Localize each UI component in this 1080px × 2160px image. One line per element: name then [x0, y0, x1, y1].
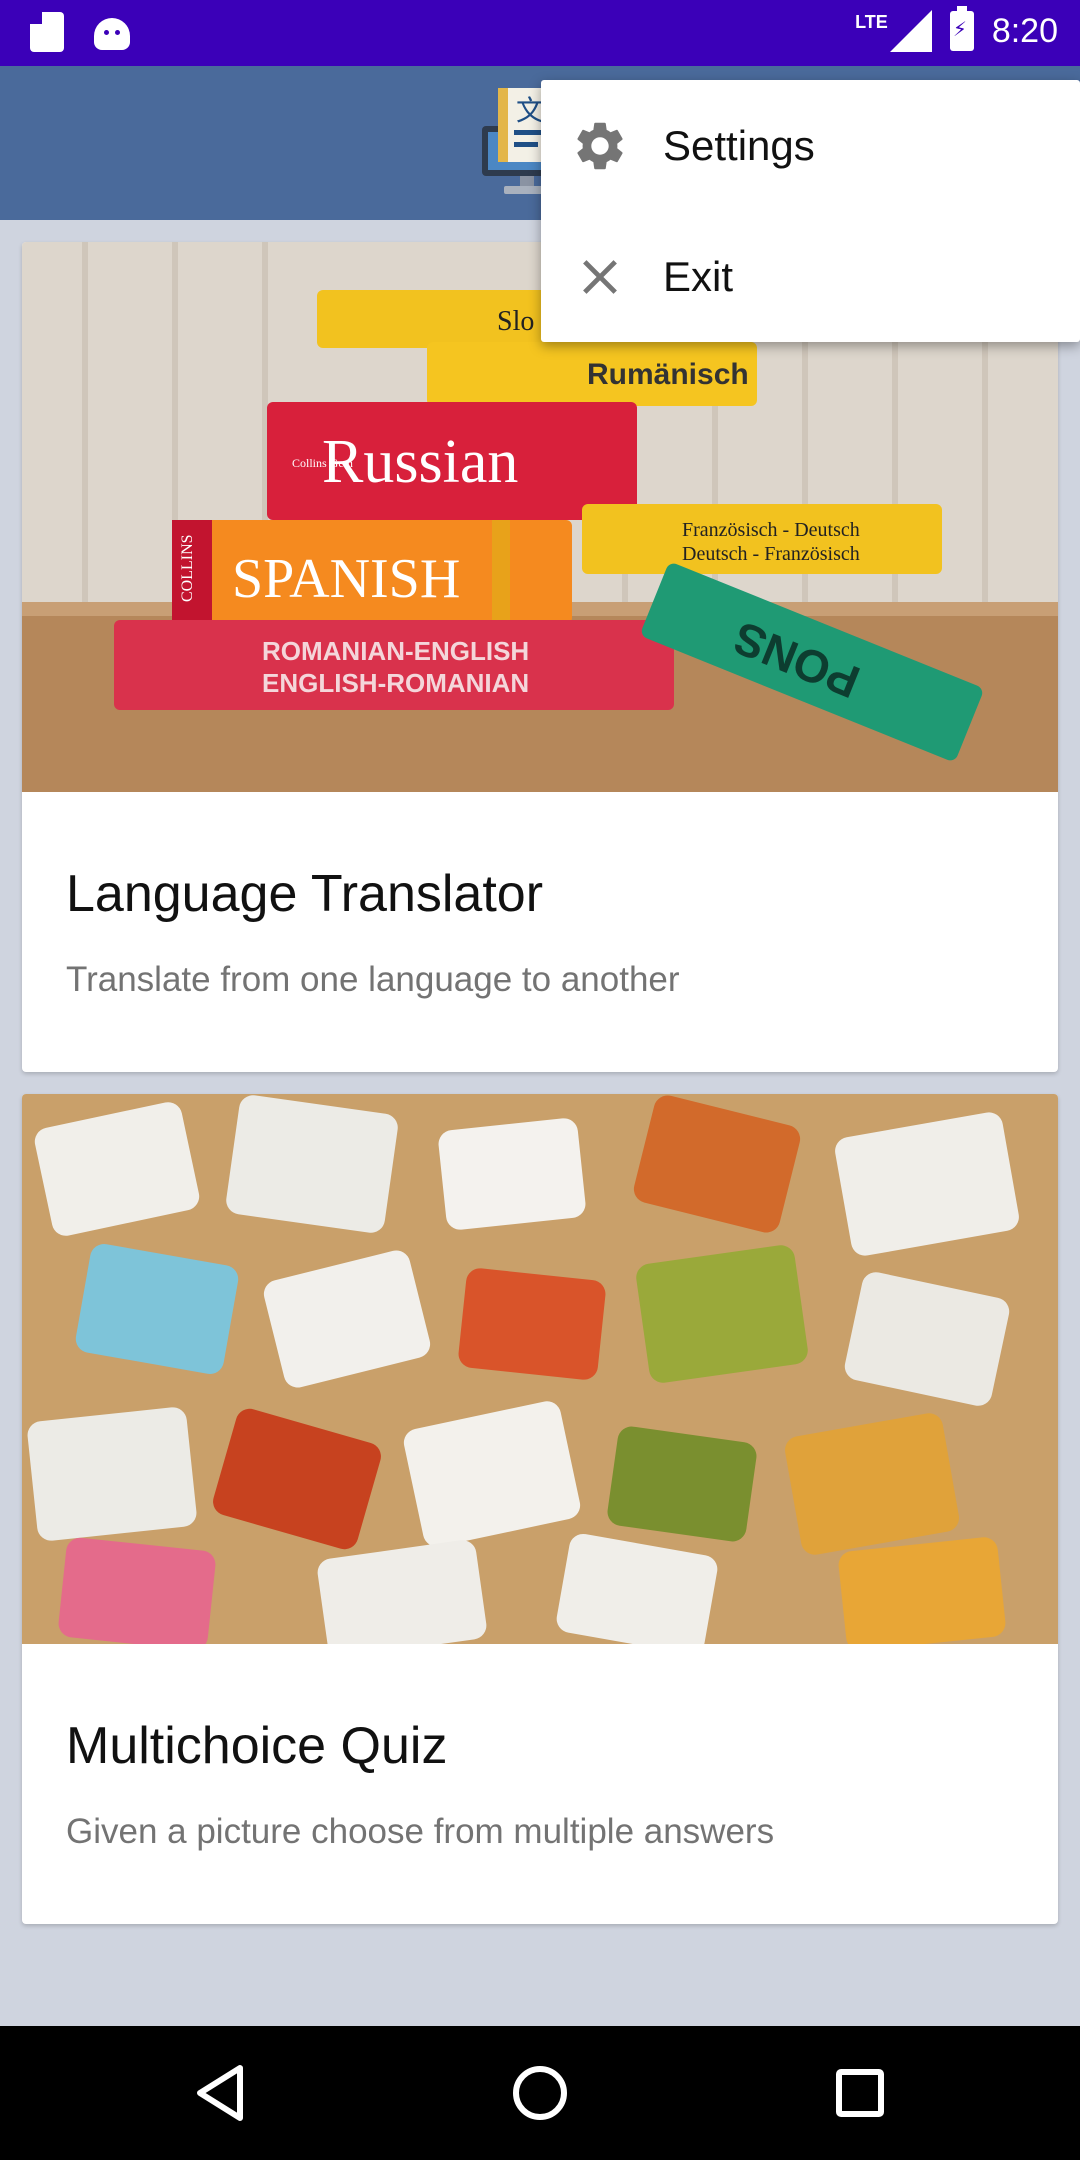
menu-label: Settings: [663, 121, 815, 169]
book-rumanisch: Rumänisch: [587, 358, 749, 391]
network-type: LTE: [855, 11, 888, 32]
clock: 8:20: [991, 11, 1058, 50]
notification-icons: [30, 12, 130, 52]
book-spanish: SPANISH: [232, 548, 460, 610]
system-icons: LTE 8:20: [855, 6, 1058, 52]
battery-charging-icon: [949, 6, 974, 51]
puzzle-pieces-photo: [22, 1094, 1058, 1644]
card-subtitle: Given a picture choose from multiple ans…: [66, 1812, 775, 1851]
menu-item-exit[interactable]: Exit: [541, 211, 1080, 342]
overflow-menu: Settings Exit: [541, 80, 1080, 342]
home-icon[interactable]: [505, 2058, 575, 2128]
book-deutsch-franz: Deutsch - Französisch: [682, 543, 860, 565]
book-collins-gem: Collins Gem: [292, 456, 354, 470]
menu-label: Exit: [663, 252, 734, 300]
close-icon: [583, 259, 617, 294]
book-romanian-english: ROMANIAN-ENGLISH: [262, 636, 529, 666]
sd-card-icon: [30, 12, 64, 52]
book-franz-deutsch: Französisch - Deutsch: [682, 519, 860, 541]
menu-item-settings[interactable]: Settings: [541, 80, 1080, 211]
card-title: Multichoice Quiz: [66, 1717, 448, 1775]
back-icon[interactable]: [186, 2058, 256, 2128]
card-language-translator[interactable]: Slo Rumänisch Russian Collins Gem Franzö…: [22, 242, 1058, 1072]
signal-icon: [889, 10, 932, 52]
navigation-bar: [0, 2026, 1080, 2160]
recents-icon[interactable]: [825, 2058, 895, 2128]
logo-glyph: 文: [516, 94, 544, 127]
status-bar: LTE 8:20: [0, 0, 1080, 66]
book-slo: Slo: [497, 306, 534, 337]
card-multichoice-quiz[interactable]: Multichoice Quiz Given a picture choose …: [22, 1094, 1058, 1924]
book-english-romanian: ENGLISH-ROMANIAN: [262, 668, 529, 698]
android-icon: [94, 18, 130, 50]
card-subtitle: Translate from one language to another: [66, 960, 680, 999]
book-collins: COLLINS: [179, 534, 196, 602]
card-title: Language Translator: [66, 865, 544, 923]
gear-icon: [577, 122, 623, 169]
